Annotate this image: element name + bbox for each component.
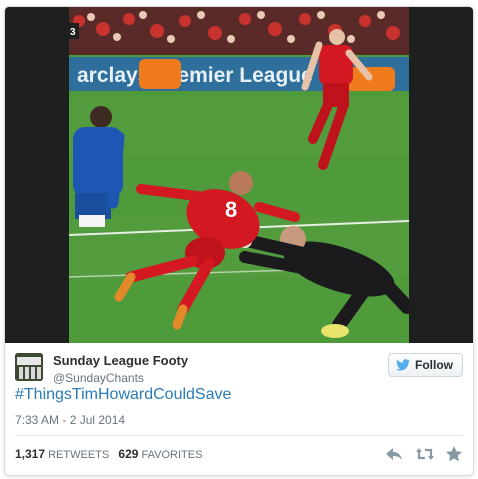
divider — [15, 435, 463, 436]
tweet-actions — [385, 445, 463, 463]
favorites-count[interactable]: 629 — [118, 447, 138, 461]
football-photo[interactable]: arclays Premier League 3 8 — [69, 7, 409, 343]
retweets-count[interactable]: 1,317 — [15, 447, 45, 461]
star-icon[interactable] — [445, 445, 463, 463]
avatar[interactable] — [15, 353, 43, 381]
author-name[interactable]: Sunday League Footy — [53, 353, 188, 368]
reply-icon[interactable] — [385, 445, 403, 463]
retweets-label[interactable]: RETWEETS — [48, 449, 109, 461]
tweet-timestamp[interactable]: 7:33 AM - 2 Jul 2014 — [15, 413, 125, 427]
tweet-card: arclays Premier League 3 8 Sunday League… — [4, 6, 474, 476]
banner-text: arclays Premier League — [77, 64, 313, 87]
corner-badge: 3 — [70, 27, 76, 38]
tweet-media[interactable]: arclays Premier League 3 8 — [5, 7, 473, 343]
shirt-number: 8 — [225, 197, 237, 222]
author-handle[interactable]: @SundayChants — [53, 371, 144, 385]
retweet-icon[interactable] — [415, 445, 434, 463]
twitter-bird-icon — [396, 359, 410, 371]
favorites-label[interactable]: FAVORITES — [141, 449, 202, 461]
follow-label: Follow — [415, 358, 453, 372]
tweet-hashtag[interactable]: #ThingsTimHowardCouldSave — [15, 386, 231, 404]
follow-button[interactable]: Follow — [388, 353, 463, 377]
tweet-stats: 1,317 RETWEETS 629 FAVORITES — [15, 447, 202, 461]
